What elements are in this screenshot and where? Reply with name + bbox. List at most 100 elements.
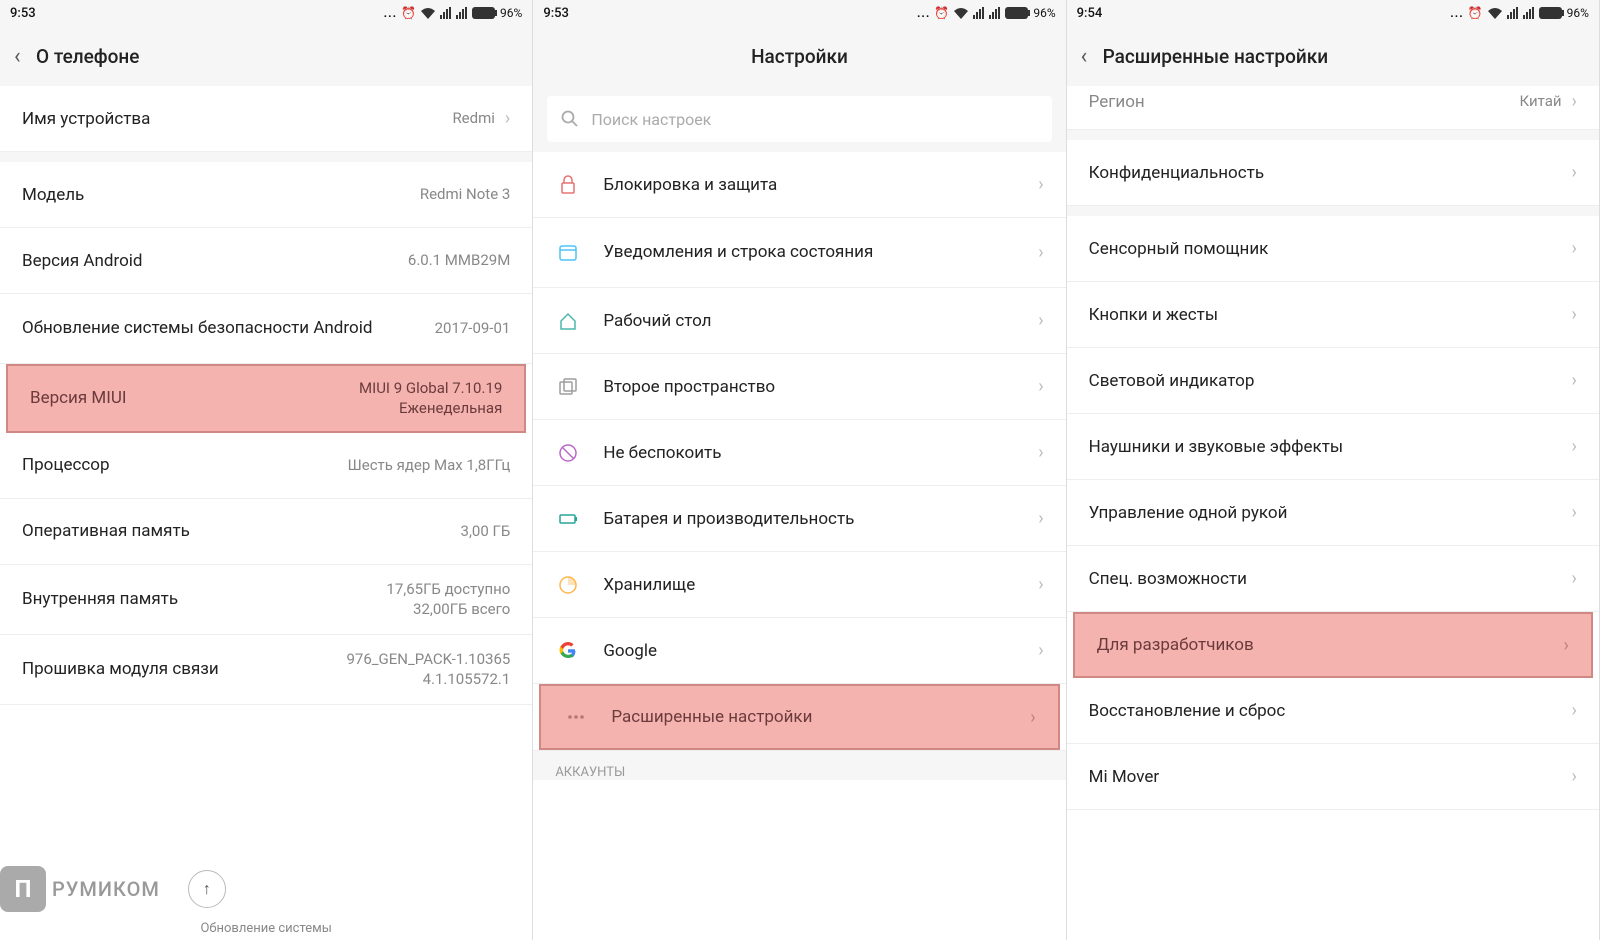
search-wrap: Поиск настроек (533, 86, 1065, 152)
content: Блокировка и защита › Уведомления и стро… (533, 152, 1065, 940)
row-label: Блокировка и защита (603, 175, 1028, 195)
row-buttons-gestures[interactable]: Кнопки и жесты › (1067, 282, 1599, 348)
row-label: Восстановление и сброс (1089, 701, 1562, 721)
page-title: Расширенные настройки (1103, 45, 1328, 68)
panel-advanced-settings: 9:54 ... ⏰ 96% ‹ Расширенные настройки Р… (1067, 0, 1600, 940)
content: Регион Китай › Конфиденциальность › Сенс… (1067, 86, 1599, 940)
row-label: Внутренняя память (22, 589, 386, 609)
row-reset[interactable]: Восстановление и сброс › (1067, 678, 1599, 744)
row-label: Кнопки и жесты (1089, 305, 1562, 325)
more-icon: ... (1450, 6, 1463, 20)
signal-icon-2 (456, 7, 468, 19)
row-notifications[interactable]: Уведомления и строка состояния › (533, 218, 1065, 288)
row-label: Рабочий стол (603, 311, 1028, 331)
wifi-icon (420, 7, 436, 19)
chevron-right-icon: › (1038, 174, 1043, 195)
row-label: Расширенные настройки (611, 707, 1020, 727)
signal-icon-2 (989, 7, 1001, 19)
row-google[interactable]: Google › (533, 618, 1065, 684)
row-developer-options-highlighted[interactable]: Для разработчиков › (1073, 612, 1593, 678)
alarm-icon: ⏰ (1468, 6, 1483, 20)
status-bar: 9:54 ... ⏰ 96% (1067, 0, 1599, 26)
status-icons: ... ⏰ 96% (1450, 6, 1589, 20)
row-touch-assistant[interactable]: Сенсорный помощник › (1067, 216, 1599, 282)
status-icons: ... ⏰ 96% (384, 6, 523, 20)
row-model[interactable]: Модель Redmi Note 3 (0, 162, 532, 228)
back-icon[interactable]: ‹ (1081, 44, 1088, 69)
row-led[interactable]: Световой индикатор › (1067, 348, 1599, 414)
row-accessibility[interactable]: Спец. возможности › (1067, 546, 1599, 612)
chevron-right-icon: › (1572, 436, 1577, 457)
search-input[interactable]: Поиск настроек (547, 96, 1051, 142)
row-label: Процессор (22, 455, 348, 475)
lock-icon (555, 172, 581, 198)
search-icon (561, 110, 579, 128)
row-cpu[interactable]: Процессор Шесть ядер Max 1,8ГГц (0, 433, 532, 499)
row-miui-version-highlighted[interactable]: Версия MIUI MIUI 9 Global 7.10.19 Еженед… (6, 364, 526, 433)
second-space-icon (555, 374, 581, 400)
status-bar: 9:53 ... ⏰ 96% (533, 0, 1065, 26)
row-advanced-highlighted[interactable]: Расширенные настройки › (539, 684, 1059, 750)
row-region[interactable]: Регион Китай › (1067, 86, 1599, 130)
watermark: П РУМИКОМ ↑ (0, 866, 226, 912)
status-time: 9:54 (1077, 6, 1103, 21)
row-label: Имя устройства (22, 109, 452, 129)
row-internal-storage[interactable]: Внутренняя память 17,65ГБ доступно 32,00… (0, 565, 532, 635)
header: ‹ О телефоне (0, 26, 532, 86)
row-label: Версия Android (22, 251, 408, 271)
row-label: Оперативная память (22, 521, 461, 541)
row-label: Обновление системы безопасности Android (22, 317, 435, 339)
row-storage[interactable]: Хранилище › (533, 552, 1065, 618)
row-value: Redmi (452, 108, 494, 128)
status-bar: 9:53 ... ⏰ 96% (0, 0, 532, 26)
scroll-top-button[interactable]: ↑ (188, 870, 226, 908)
row-privacy[interactable]: Конфиденциальность › (1067, 140, 1599, 206)
row-device-name[interactable]: Имя устройства Redmi › (0, 86, 532, 152)
row-label: Хранилище (603, 575, 1028, 595)
row-headphones[interactable]: Наушники и звуковые эффекты › (1067, 414, 1599, 480)
row-security-update[interactable]: Обновление системы безопасности Android … (0, 294, 532, 364)
chevron-right-icon: › (1038, 574, 1043, 595)
row-value: 6.0.1 MMB29M (408, 250, 510, 270)
row-label: Спец. возможности (1089, 569, 1562, 589)
more-icon: ... (384, 6, 397, 20)
row-baseband[interactable]: Прошивка модуля связи 976_GEN_PACK-1.103… (0, 635, 532, 705)
chevron-right-icon: › (1038, 310, 1043, 331)
row-label: Прошивка модуля связи (22, 658, 346, 680)
row-ram[interactable]: Оперативная память 3,00 ГБ (0, 499, 532, 565)
row-battery[interactable]: Батарея и производительность › (533, 486, 1065, 552)
panel-about-phone: 9:53 ... ⏰ 96% ‹ О телефоне Имя устройст… (0, 0, 533, 940)
back-icon[interactable]: ‹ (14, 44, 21, 69)
watermark-logo-icon: П (0, 866, 46, 912)
row-label: Не беспокоить (603, 443, 1028, 463)
wifi-icon (1487, 7, 1503, 19)
dnd-icon (555, 440, 581, 466)
chevron-right-icon: › (1030, 707, 1035, 728)
row-home-screen[interactable]: Рабочий стол › (533, 288, 1065, 354)
chevron-right-icon: › (1572, 304, 1577, 325)
row-android-version[interactable]: Версия Android 6.0.1 MMB29M (0, 228, 532, 294)
page-title: Настройки (751, 45, 848, 68)
chevron-right-icon: › (1038, 442, 1043, 463)
row-label: Конфиденциальность (1089, 163, 1562, 183)
section-accounts: АККАУНТЫ (533, 750, 1065, 780)
row-label: Управление одной рукой (1089, 503, 1562, 523)
row-dnd[interactable]: Не беспокоить › (533, 420, 1065, 486)
row-label: Второе пространство (603, 377, 1028, 397)
header: ‹ Расширенные настройки (1067, 26, 1599, 86)
row-label: Mi Mover (1089, 767, 1562, 787)
row-mi-mover[interactable]: Mi Mover › (1067, 744, 1599, 810)
row-second-space[interactable]: Второе пространство › (533, 354, 1065, 420)
row-label: Модель (22, 185, 420, 205)
chevron-right-icon: › (1572, 370, 1577, 391)
battery-icon: 96% (472, 6, 522, 20)
chevron-right-icon: › (1572, 238, 1577, 259)
battery-icon: 96% (1539, 6, 1589, 20)
home-icon (555, 308, 581, 334)
row-lock-security[interactable]: Блокировка и защита › (533, 152, 1065, 218)
row-one-handed[interactable]: Управление одной рукой › (1067, 480, 1599, 546)
signal-icon (1507, 7, 1519, 19)
chevron-right-icon: › (1572, 568, 1577, 589)
chevron-right-icon: › (1038, 242, 1043, 263)
status-icons: ... ⏰ 96% (917, 6, 1056, 20)
